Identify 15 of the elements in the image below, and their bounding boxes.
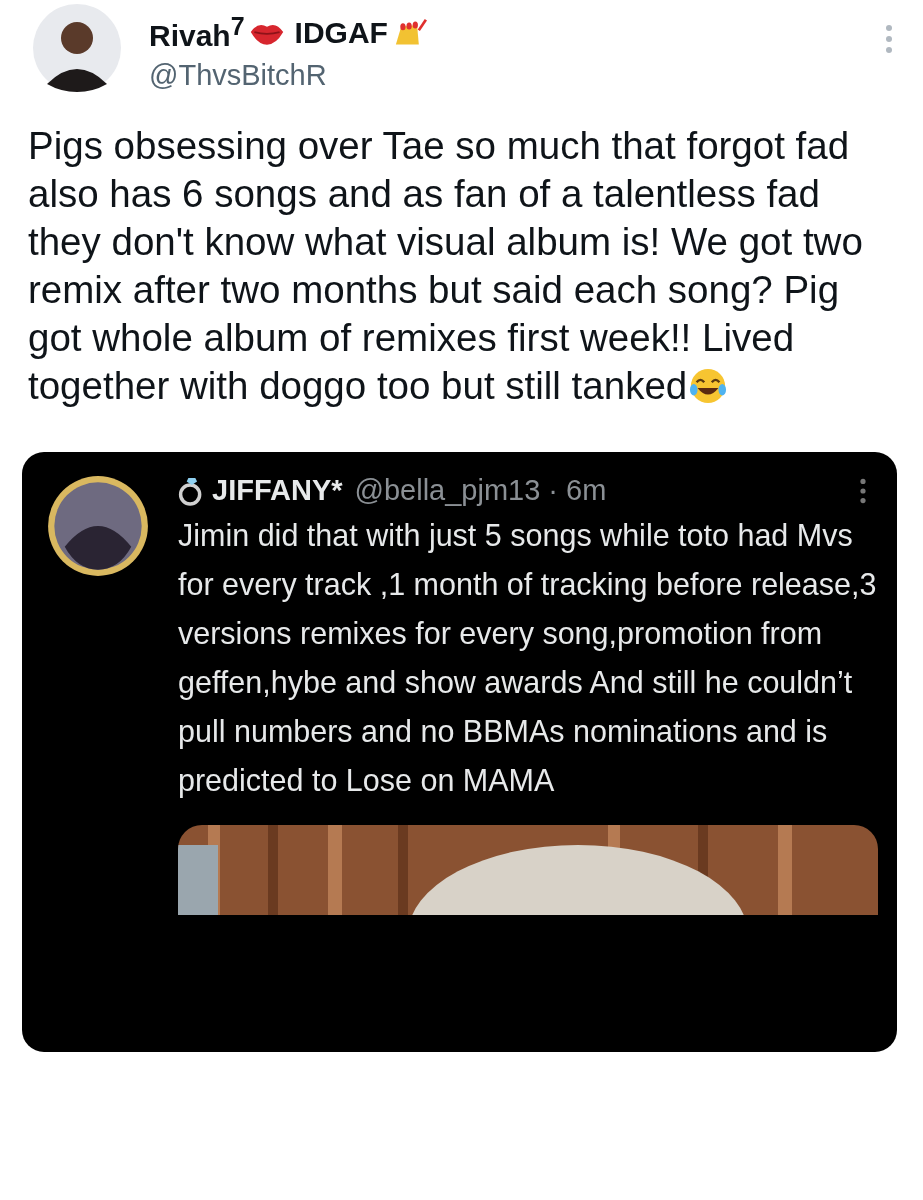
quoted-display-name: JIFFANY* — [212, 474, 343, 507]
display-name-suffix: IDGAF — [294, 15, 388, 50]
avatar[interactable] — [33, 4, 121, 92]
laughing-face-icon — [689, 367, 728, 405]
quoted-user-handle[interactable]: @bella_pjm13 — [354, 474, 541, 507]
display-name: Rivah$^{7}$ — [149, 12, 245, 53]
separator-dot: · — [548, 474, 559, 507]
user-handle[interactable]: @ThvsBitchR — [149, 59, 857, 92]
quoted-avatar[interactable] — [46, 474, 150, 578]
quoted-tweet-text: Jimin did that with just 5 songs while toto had Mvs for every track ,1 month of tracking before release,3 versions remixes for every song,promotion from geffen,hybe and show awards And still he couldn’t pull numbers and no BBMAs nominations and is predicted to Lose on MAMA — [178, 517, 878, 800]
more-icon[interactable] — [859, 477, 867, 504]
tweet-text: Pigs obsessing over Tae so much that forgot fad also has 6 songs and as fan of a talentless fad they don't know what visual album is! We got two remix after two months but said each song? Pig got whole album of remixes first week!! Lived together with doggo too but still tanked — [28, 123, 864, 409]
quoted-tweet-card[interactable] — [22, 452, 897, 1052]
ring-icon — [178, 475, 204, 506]
timestamp: 6m — [566, 474, 607, 507]
